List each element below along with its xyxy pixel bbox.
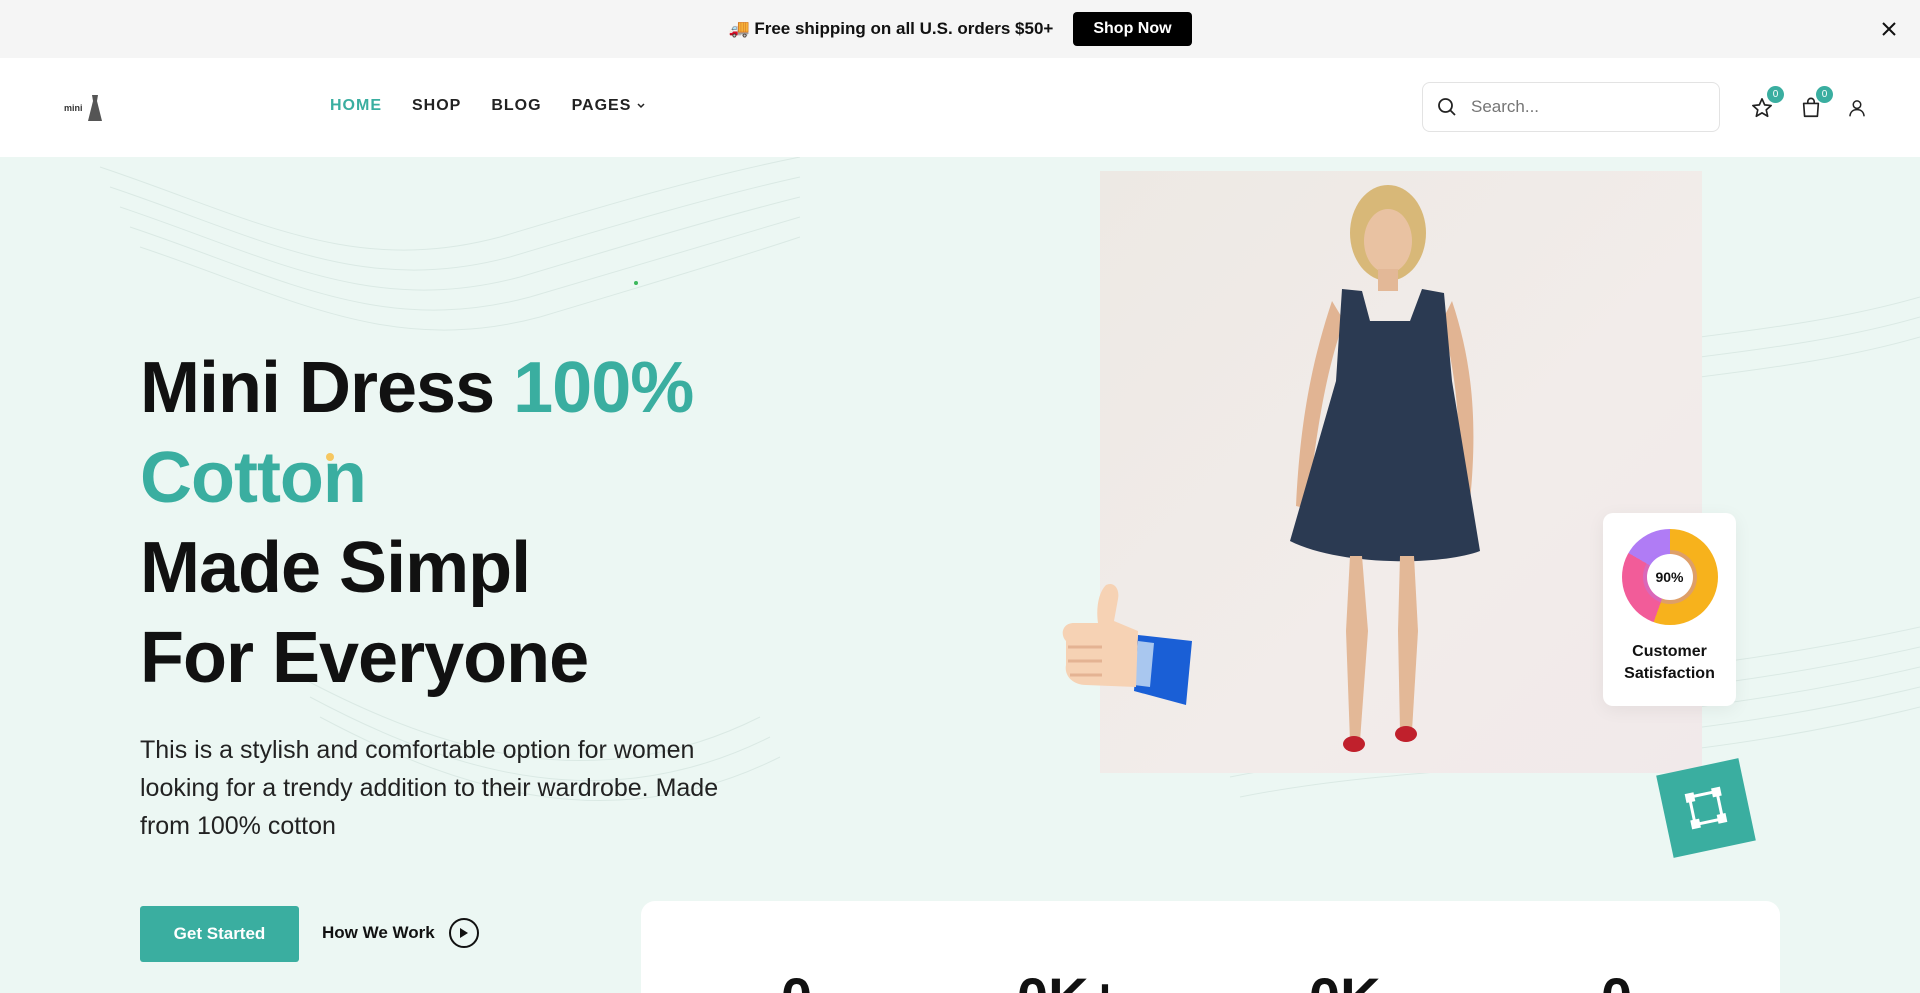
stat-value-2: 0K+	[1017, 965, 1121, 993]
nav-item-shop[interactable]: SHOP	[412, 97, 461, 115]
cart-count-badge: 0	[1816, 86, 1833, 103]
get-started-button[interactable]: Get Started	[140, 906, 299, 962]
announcement-bar: 🚚 Free shipping on all U.S. orders $50+ …	[0, 0, 1920, 58]
nav-pages-label: PAGES	[571, 97, 632, 114]
play-icon	[448, 918, 479, 948]
nav-item-blog[interactable]: BLOG	[491, 97, 541, 115]
nav-blog-label: BLOG	[491, 97, 542, 114]
search-icon	[1438, 98, 1456, 116]
decorative-teal-square	[1656, 758, 1756, 858]
headline-part-1: Mini Dress	[140, 348, 514, 428]
main-nav: HOME SHOP BLOG PAGES	[330, 97, 645, 115]
nav-shop-label: SHOP	[412, 97, 462, 114]
stat-value-4: 0	[1601, 965, 1632, 993]
search-box[interactable]	[1422, 82, 1720, 132]
hero-section: Mini Dress 100% Cotton Made Simpl For Ev…	[0, 157, 1920, 993]
cart-button[interactable]: 0	[1799, 86, 1833, 120]
thumbs-up-emoji	[1046, 575, 1196, 720]
nav-home-label: HOME	[330, 97, 382, 114]
headline-part-3: Made Simpl	[140, 528, 531, 608]
chevron-down-icon	[637, 103, 645, 109]
account-button[interactable]	[1845, 96, 1869, 120]
search-input[interactable]	[1471, 97, 1701, 117]
stat-value-3: 0K	[1309, 965, 1381, 993]
stats-card: 0 0K+ 0K 0	[641, 901, 1780, 993]
stat-value-1: 0	[781, 965, 812, 993]
announcement-text: 🚚 Free shipping on all U.S. orders $50+	[728, 19, 1054, 38]
satisfaction-label: Customer Satisfaction	[1624, 641, 1715, 685]
how-we-work-link[interactable]: How We Work	[322, 918, 479, 948]
logo[interactable]: mini	[64, 94, 124, 122]
satisfaction-card: 90% Customer Satisfaction	[1603, 513, 1736, 706]
nodes-icon	[1684, 786, 1728, 830]
hero-headline: Mini Dress 100% Cotton Made Simpl For Ev…	[140, 343, 694, 703]
satisfaction-value: 90%	[1646, 554, 1693, 600]
satisfaction-label-line-1: Customer	[1632, 643, 1707, 660]
user-icon	[1849, 100, 1865, 117]
how-we-work-label: How We Work	[322, 923, 435, 942]
nav-item-pages[interactable]: PAGES	[572, 97, 646, 115]
satisfaction-label-line-2: Satisfaction	[1624, 665, 1715, 682]
site-header: mini HOME SHOP BLOG PAGES 0 0	[0, 58, 1920, 157]
wishlist-button[interactable]: 0	[1750, 86, 1784, 120]
headline-accent-2: Cotton	[140, 438, 367, 518]
headline-part-4: For Everyone	[140, 618, 589, 698]
headline-accent-1: 100%	[513, 348, 694, 428]
hero-description: This is a stylish and comfortable option…	[140, 736, 719, 840]
dress-logo-icon	[87, 95, 102, 121]
satisfaction-donut-chart: 90%	[1621, 529, 1718, 625]
nav-item-home[interactable]: HOME	[330, 97, 382, 115]
shop-now-button[interactable]: Shop Now	[1073, 12, 1192, 46]
close-icon[interactable]	[1876, 16, 1902, 42]
wishlist-count-badge: 0	[1767, 86, 1784, 103]
logo-text: mini	[64, 103, 83, 113]
